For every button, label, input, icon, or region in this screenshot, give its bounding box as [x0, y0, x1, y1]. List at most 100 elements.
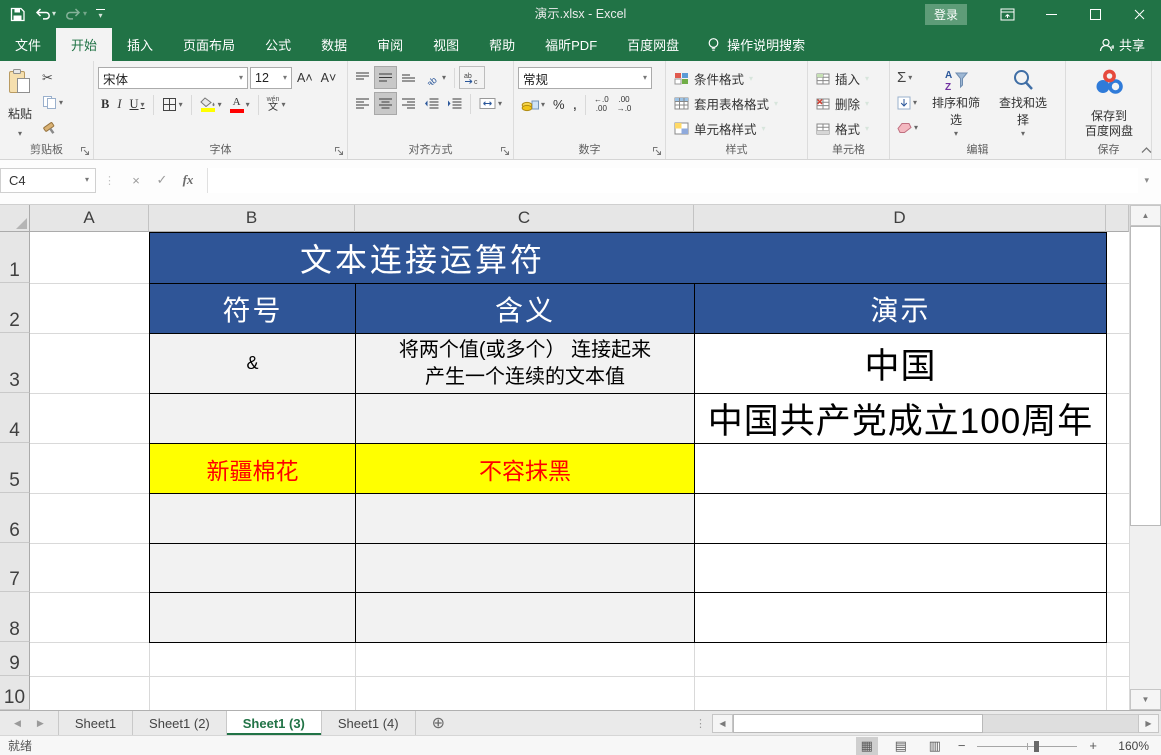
sheet-nav-right-button[interactable]: ▶ — [37, 718, 44, 729]
cell-B7[interactable] — [149, 543, 356, 593]
insert-cells-button[interactable]: 插入 ▾ — [812, 67, 886, 90]
cell-D8[interactable] — [694, 592, 1107, 643]
font-size-combo[interactable]: 12 ▾ — [250, 67, 292, 89]
cell-B4[interactable] — [149, 393, 356, 444]
ribbon-tab-view[interactable]: 视图 — [418, 28, 474, 61]
scroll-up-button[interactable]: ▲ — [1130, 205, 1161, 226]
cell-styles-button[interactable]: 单元格样式 ▾ — [670, 117, 804, 140]
ribbon-tab-help[interactable]: 帮助 — [474, 28, 530, 61]
cell-C2[interactable]: 含义 — [355, 283, 695, 334]
cancel-entry-button[interactable]: × — [123, 173, 149, 188]
cell-C6[interactable] — [355, 493, 695, 544]
row-header-3[interactable]: 3 — [0, 333, 30, 393]
save-button[interactable] — [10, 7, 25, 22]
row-header-6[interactable]: 6 — [0, 493, 30, 543]
number-dialog-launcher[interactable] — [652, 146, 662, 156]
maximize-button[interactable] — [1073, 0, 1117, 28]
name-box[interactable]: C4 ▾ — [0, 167, 96, 193]
clipboard-dialog-launcher[interactable] — [80, 146, 90, 156]
orientation-button[interactable]: ab ▾ — [421, 67, 449, 88]
underline-button[interactable]: U ▾ — [127, 94, 148, 115]
vertical-scrollbar[interactable]: ▲ ▼ — [1129, 205, 1161, 710]
align-bottom-button[interactable] — [398, 67, 419, 88]
increase-decimal-button[interactable]: ←.0.00 — [591, 94, 612, 115]
font-name-combo[interactable]: 宋体 ▾ — [98, 67, 248, 89]
row-header-10[interactable]: 10 — [0, 676, 30, 710]
formula-input[interactable] — [207, 167, 1139, 193]
column-header-partial[interactable] — [1106, 205, 1129, 232]
minimize-button[interactable] — [1029, 0, 1073, 28]
cell-B2[interactable]: 符号 — [149, 283, 356, 334]
cell-C3[interactable]: 将两个值(或多个） 连接起来 产生一个连续的文本值 — [355, 333, 695, 394]
font-color-button[interactable]: A ▾ — [227, 94, 253, 115]
select-all-corner[interactable] — [0, 205, 30, 232]
scroll-right-button[interactable]: ▶ — [1138, 713, 1159, 733]
insert-function-button[interactable]: fx — [175, 172, 201, 188]
align-center-button[interactable] — [374, 92, 397, 115]
horizontal-scroll-thumb[interactable] — [733, 713, 983, 733]
horizontal-scroll-track[interactable] — [983, 713, 1138, 733]
confirm-entry-button[interactable]: ✓ — [149, 172, 175, 188]
cell-D4[interactable]: 中国共产党成立100周年 — [694, 393, 1107, 444]
find-select-button[interactable]: 查找和选择 ▾ — [991, 64, 1055, 140]
ribbon-tab-insert[interactable]: 插入 — [112, 28, 168, 61]
merge-center-button[interactable]: ▾ — [476, 93, 505, 114]
shrink-font-button[interactable]: A˅ — [318, 68, 340, 89]
cut-button[interactable]: ✂ — [39, 67, 66, 88]
login-button[interactable]: 登录 — [924, 3, 967, 25]
page-layout-view-button[interactable]: ▤ — [890, 737, 912, 755]
ribbon-display-options-button[interactable] — [985, 0, 1029, 28]
bold-button[interactable]: B — [98, 94, 112, 115]
phonetic-guide-button[interactable]: wén 文 ▾ — [264, 94, 289, 115]
fill-color-button[interactable]: ▾ — [197, 94, 225, 115]
sheet-tab-sheet1-4[interactable]: Sheet1 (4) — [322, 711, 416, 735]
customize-qat-button[interactable]: ▾ — [96, 8, 106, 20]
cell-D3[interactable]: 中国 — [694, 333, 1107, 394]
ribbon-tab-file[interactable]: 文件 — [0, 28, 56, 61]
row-header-1[interactable]: 1 — [0, 232, 30, 283]
save-to-baidu-button[interactable]: 保存到 百度网盘 — [1073, 64, 1145, 140]
font-dialog-launcher[interactable] — [334, 146, 344, 156]
grow-font-button[interactable]: A˄ — [294, 68, 316, 89]
zoom-out-button[interactable]: − — [958, 738, 966, 753]
zoom-level[interactable]: 160% — [1109, 739, 1149, 753]
horizontal-scrollbar[interactable]: ⋮ ◀ ▶ — [689, 711, 1161, 735]
cell-B5[interactable]: 新疆棉花 — [149, 443, 356, 494]
align-left-button[interactable] — [352, 93, 373, 114]
format-cells-button[interactable]: 格式 ▾ — [812, 117, 886, 140]
cell-B3[interactable]: & — [149, 333, 356, 394]
italic-button[interactable]: I — [114, 94, 124, 115]
paste-button[interactable]: 粘贴 ▾ — [4, 64, 36, 140]
ribbon-tab-data[interactable]: 数据 — [306, 28, 362, 61]
format-painter-button[interactable] — [39, 117, 66, 138]
decrease-decimal-button[interactable]: .00 →.0 — [614, 94, 635, 115]
row-header-7[interactable]: 7 — [0, 543, 30, 592]
wrap-text-button[interactable]: ab c — [459, 66, 486, 89]
row-header-2[interactable]: 2 — [0, 283, 30, 333]
ribbon-tab-home[interactable]: 开始 — [56, 28, 113, 61]
accounting-format-button[interactable]: ▾ — [518, 94, 548, 115]
cell-C4[interactable] — [355, 393, 695, 444]
zoom-in-button[interactable]: + — [1089, 738, 1097, 753]
alignment-dialog-launcher[interactable] — [500, 146, 510, 156]
undo-dropdown[interactable]: ▾ — [52, 10, 56, 18]
cell-C7[interactable] — [355, 543, 695, 593]
sheet-tab-sheet1-3[interactable]: Sheet1 (3) — [226, 711, 322, 735]
cell-D7[interactable] — [694, 543, 1107, 593]
cell-D5[interactable] — [694, 443, 1107, 494]
ribbon-tab-foxit-pdf[interactable]: 福昕PDF — [530, 28, 612, 61]
tell-me-box[interactable]: 操作说明搜索 — [694, 28, 817, 61]
borders-button[interactable]: ▾ — [159, 94, 186, 115]
row-header-5[interactable]: 5 — [0, 443, 30, 493]
sort-filter-button[interactable]: AZ 排序和筛选 ▾ — [924, 64, 988, 140]
scroll-left-button[interactable]: ◀ — [712, 713, 733, 733]
column-header-B[interactable]: B — [149, 205, 355, 232]
ribbon-tab-baidu-netdisk[interactable]: 百度网盘 — [612, 28, 694, 61]
row-header-8[interactable]: 8 — [0, 592, 30, 642]
column-header-A[interactable]: A — [30, 205, 149, 232]
zoom-slider[interactable] — [977, 739, 1078, 753]
scroll-down-button[interactable]: ▼ — [1130, 689, 1161, 710]
formula-bar-splitter[interactable]: ⋮ — [96, 174, 123, 187]
fill-button[interactable]: ▾ — [894, 92, 921, 113]
cell-D6[interactable] — [694, 493, 1107, 544]
